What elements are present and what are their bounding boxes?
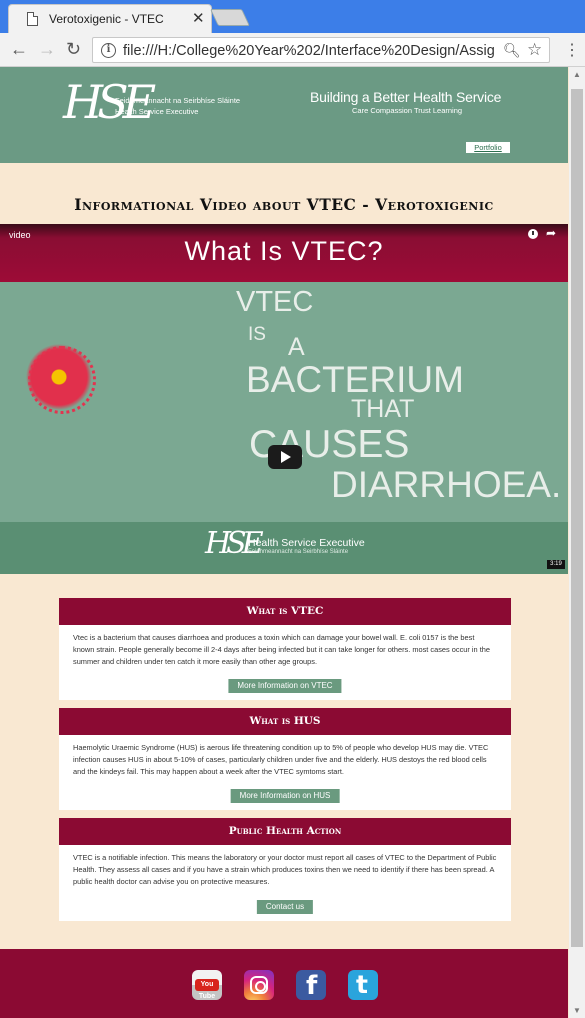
reload-icon[interactable]: ↻ [66,39,81,60]
browser-tab[interactable]: Verotoxigenic - VTEC ✕ [8,4,212,33]
web-page: HSE Feidhmeannacht na Seirbhíse Sláinte … [0,67,568,1018]
facebook-letter: f [306,971,318,1001]
browser-titlebar: Verotoxigenic - VTEC ✕ [0,0,585,33]
logo-line-irish: Feidhmeannacht na Seirbhíse Sláinte [115,96,241,105]
video-word: DIARRHOEA. [331,464,562,505]
section-text: Vtec is a bacterium that causes diarrhoe… [73,633,490,667]
section-heading: Public Health Action [59,818,511,845]
scroll-down-arrow-icon[interactable]: ▼ [573,1006,581,1015]
contact-us-button[interactable]: Contact us [256,900,314,914]
twitter-icon[interactable]: t [348,970,378,1000]
video-footer-subtitle: Feidhmeannacht na Seirbhíse Sláinte [248,549,349,555]
video-word: IS [248,324,266,345]
facebook-icon[interactable]: f [296,970,326,1001]
zoom-icon[interactable]: 🔍︎ [503,42,521,59]
video-heading: What Is VTEC? [184,236,384,266]
video-title-banner: video ➦ What Is VTEC? [0,224,568,282]
youtube-label: You Tube [195,979,219,1000]
section-what-is-hus: What is HUS Haemolytic Uraemic Syndrome … [59,708,511,810]
page-title: Informational Video about VTEC - Verotox… [74,195,494,214]
hse-logo[interactable]: HSE Feidhmeannacht na Seirbhíse Sláinte … [63,75,240,135]
section-heading: What is HUS [59,708,511,735]
video-frame: VTEC IS A BACTERIUM THAT CAUSES DIARRHOE… [0,282,568,522]
bookmark-star-icon[interactable]: ☆ [527,40,542,60]
youtube-icon[interactable]: You Tube [192,970,222,1000]
scrollbar-thumb[interactable] [571,89,583,947]
menu-icon[interactable]: ⋮ [564,40,580,60]
video-footer-title: Health Service Executive [248,537,365,549]
forward-arrow-icon[interactable]: → [38,39,56,60]
back-arrow-icon[interactable]: ← [10,39,28,60]
tagline-main: Building a Better Health Service [310,89,502,105]
url-text[interactable]: file:///H:/College%20Year%202/Interface%… [123,43,495,59]
section-text: VTEC is a notifiable infection. This mea… [73,853,497,887]
section-text: Haemolytic Uraemic Syndrome (HUS) is aer… [73,743,489,777]
instagram-camera-glyph [250,976,268,994]
video-duration: 3:19 [547,560,565,569]
more-info-vtec-button[interactable]: More Information on VTEC [228,679,342,693]
instagram-icon[interactable] [244,970,274,1000]
vertical-scrollbar[interactable]: ▲ ▼ [569,67,585,1018]
close-tab-icon[interactable]: ✕ [192,9,205,27]
page-icon [27,12,38,26]
tagline: Building a Better Health Service Care Co… [310,89,502,115]
video-word: A [288,333,305,361]
tagline-values: Care Compassion Trust Learning [352,106,463,115]
new-tab-button[interactable] [210,9,250,26]
section-what-is-vtec: What is VTEC Vtec is a bacterium that ca… [59,598,511,700]
video-player[interactable]: video ➦ What Is VTEC? VTEC IS A BACTERIU… [0,224,568,574]
video-word: VTEC [236,286,314,318]
more-info-hus-button[interactable]: More Information on HUS [230,789,340,803]
play-button[interactable] [268,445,302,469]
section-public-health-action: Public Health Action VTEC is a notifiabl… [59,818,511,921]
logo-line-english: Health Service Executive [115,107,199,116]
portfolio-link[interactable]: Portfolio [466,142,510,153]
address-bar[interactable]: i file:///H:/College%20Year%202/Interfac… [92,37,550,63]
video-word: THAT [351,395,415,423]
bacterium-icon [26,344,96,414]
tab-title: Verotoxigenic - VTEC [49,12,164,26]
browser-toolbar: ← → ↻ i file:///H:/College%20Year%202/In… [0,33,585,67]
scroll-up-arrow-icon[interactable]: ▲ [573,70,581,79]
info-icon[interactable]: i [101,43,116,58]
section-heading: What is VTEC [59,598,511,625]
site-header: HSE Feidhmeannacht na Seirbhíse Sláinte … [0,67,568,163]
twitter-letter: t [356,970,368,999]
site-footer: You Tube f t [0,949,568,1018]
video-footer-band: HSE Health Service Executive Feidhmeanna… [0,522,568,574]
